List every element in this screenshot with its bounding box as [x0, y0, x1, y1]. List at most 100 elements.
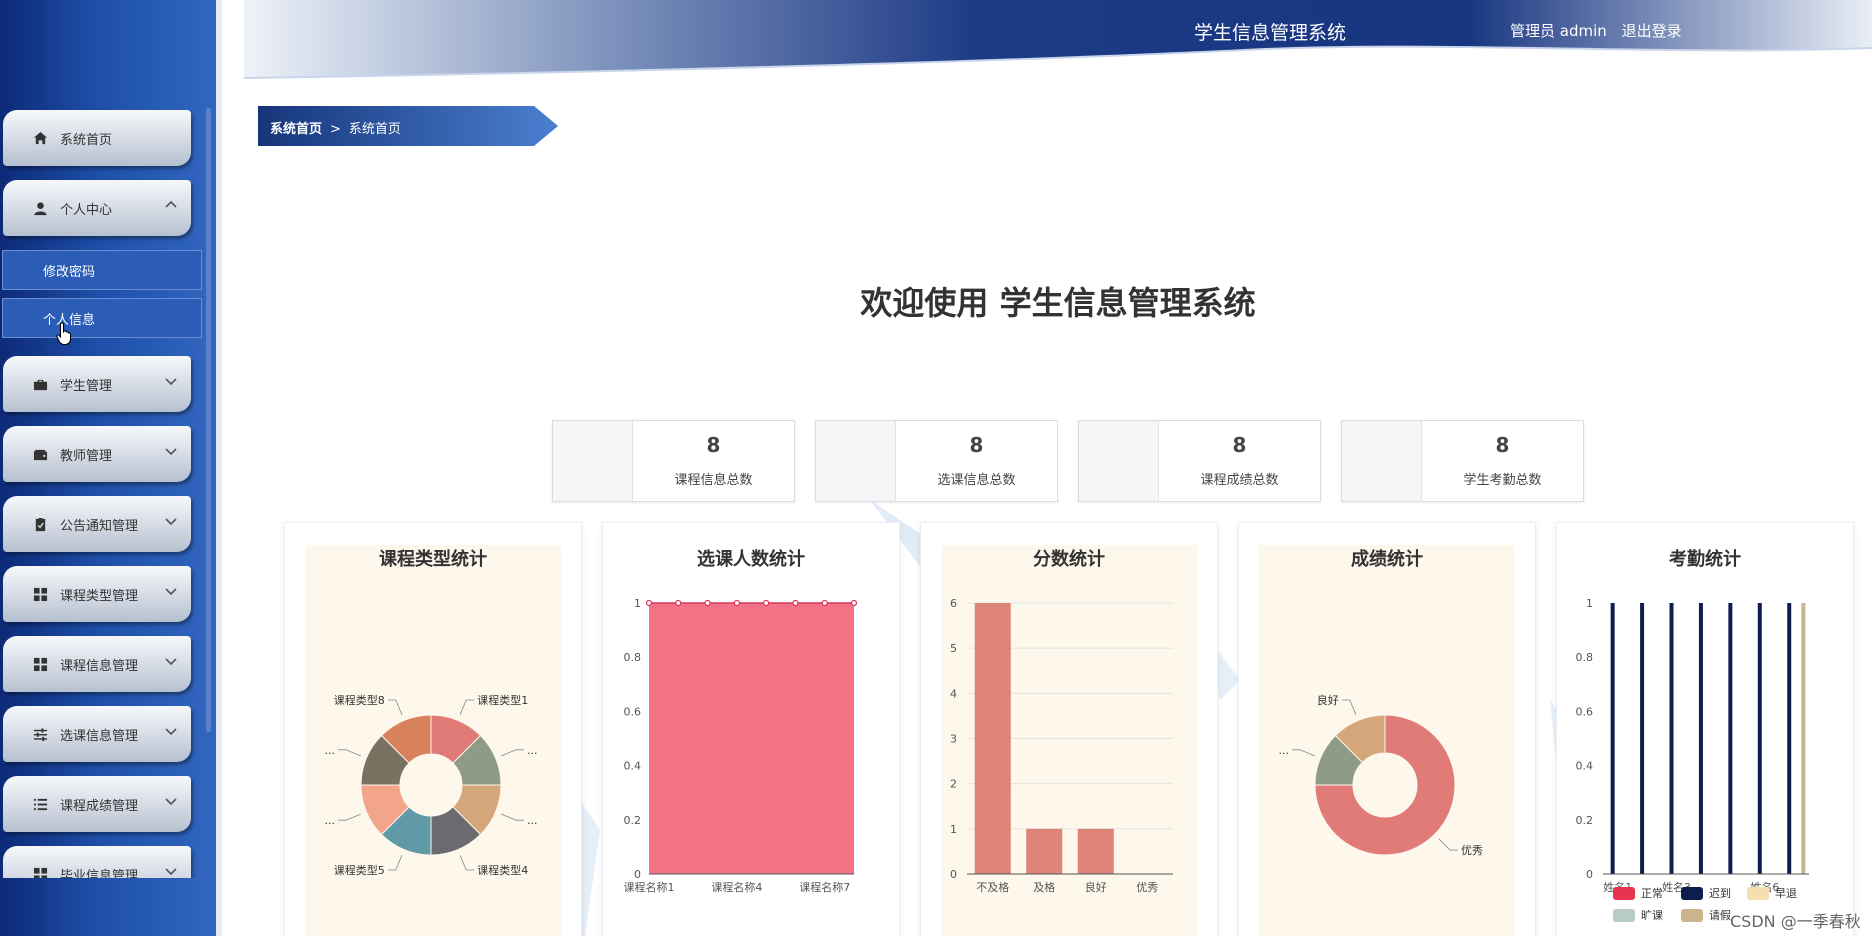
pointer-cursor-icon [56, 322, 71, 345]
bar [1610, 603, 1615, 874]
sidebar-item-label: 系统首页 [60, 132, 113, 148]
chart-card-attendance: 考勤统计 00.20.40.60.81姓名1姓名3姓名6正常迟到早退旷课请假 [1556, 522, 1854, 936]
chart-title: 选课人数统计 [697, 549, 805, 570]
chart-card-enrollment: 选课人数统计 0 0.2 0.4 0.6 0.8 1 课程名称1 课程名称4 课程名称7 [602, 522, 900, 936]
sidebar-item-notice-management[interactable]: 公告通知管理 [3, 496, 191, 552]
chevron-up-icon [165, 200, 177, 208]
y-tick-label: 0.8 [624, 651, 642, 664]
y-tick-label: 0.8 [1576, 651, 1594, 664]
chevron-down-icon [165, 378, 177, 386]
chevron-down-icon [165, 658, 177, 666]
y-tick-label: 0.4 [624, 760, 642, 773]
enrollment-area-chart: 0 0.2 0.4 0.6 0.8 1 课程名称1 课程名称4 课程名称7 [624, 597, 858, 894]
sidebar-item-course-selection-management[interactable]: 选课信息管理 [3, 706, 191, 762]
user-info: 管理员 admin 退出登录 [1510, 20, 1692, 41]
score-bar-chart: 0 1 2 3 4 5 6 不及格 及格 良好 优秀 [950, 597, 1173, 894]
watermark-text: CSDN @一季春秋 [1730, 912, 1861, 931]
chart-title: 成绩统计 [1351, 549, 1423, 570]
grid-icon [33, 587, 48, 601]
pie-label: 优秀 [1461, 844, 1483, 857]
stat-label: 课程成绩总数 [1200, 473, 1279, 488]
y-tick-label: 3 [950, 733, 957, 746]
pie-label-line [387, 699, 403, 715]
bar [1077, 828, 1114, 874]
stat-label: 选课信息总数 [937, 473, 1016, 488]
y-tick-label: 0 [1586, 868, 1593, 881]
breadcrumb-current: 系统首页 [348, 122, 401, 137]
legend-swatch [1681, 887, 1703, 900]
y-tick-label: 5 [950, 642, 957, 655]
sidebar-item-course-type-management[interactable]: 课程类型管理 [3, 566, 191, 622]
breadcrumb-home-link[interactable]: 系统首页 [270, 122, 322, 137]
stat-value: 8 [969, 433, 984, 457]
sidebar-item-course-grade-management[interactable]: 课程成绩管理 [3, 776, 191, 832]
stat-icon-placeholder [553, 421, 633, 501]
user-label: 管理员 admin [1510, 22, 1607, 40]
legend-swatch [1681, 909, 1703, 922]
sidebar-subitem-change-password[interactable]: 修改密码 [2, 250, 202, 290]
home-icon [33, 131, 48, 144]
sidebar-item-graduation-management[interactable]: 毕业信息管理 [3, 846, 191, 878]
pie-label-line [501, 749, 524, 757]
sidebar-item-teacher-management[interactable]: 教师管理 [3, 426, 191, 482]
data-point [733, 599, 740, 607]
sidebar-item-label: 毕业信息管理 [60, 868, 139, 879]
sidebar-item-label: 学生管理 [60, 378, 113, 394]
legend-label: 旷课 [1641, 908, 1663, 922]
pie-label: 课程类型4 [477, 863, 528, 877]
sidebar-item-home[interactable]: 系统首页 [3, 110, 191, 166]
data-point [675, 599, 682, 607]
sidebar-item-student-management[interactable]: 学生管理 [3, 356, 191, 412]
sidebar-item-label: 教师管理 [60, 448, 113, 464]
stat-icon-placeholder [1079, 421, 1159, 501]
data-point [850, 599, 858, 607]
sidebar-item-label: 课程类型管理 [60, 588, 139, 604]
data-point [821, 599, 828, 607]
system-title: 学生信息管理系统 [1194, 22, 1347, 44]
logout-link[interactable]: 退出登录 [1622, 22, 1682, 40]
sidebar-item-course-info-management[interactable]: 课程信息管理 [3, 636, 191, 692]
sidebar-clip: 毕业信息管理 [0, 846, 216, 878]
x-tick-label: 及格 [1033, 880, 1055, 894]
bar [1640, 603, 1645, 874]
x-tick-label: 良好 [1085, 880, 1107, 894]
sidebar-scrollbar[interactable] [206, 108, 211, 732]
chart-card-course-type: 课程类型统计 课程类型1...... 课程类型4 课程类型5...... 课程类型8 [284, 522, 582, 936]
y-tick-label: 0.2 [624, 814, 642, 827]
attendance-bar-chart: 00.20.40.60.81姓名1姓名3姓名6正常迟到早退旷课请假 [1576, 597, 1809, 922]
data-point [792, 599, 799, 607]
legend-label: 请假 [1709, 908, 1731, 922]
bar [1757, 603, 1762, 874]
bar [1698, 603, 1703, 874]
data-point [645, 599, 653, 607]
clipboard-icon [35, 517, 46, 531]
header: 学生信息管理系统 管理员 admin 退出登录 [244, 0, 1872, 80]
sidebar: 系统首页 个人中心 修改密码 个人信息 学生管理 教师管理 公告通知管理 课程类… [0, 0, 222, 936]
pie-label: 课程类型8 [334, 693, 385, 707]
bar [1728, 603, 1733, 874]
legend-label: 正常 [1641, 887, 1663, 900]
y-tick-label: 0.6 [624, 705, 642, 718]
y-tick-label: 0 [950, 868, 957, 881]
stat-label: 学生考勤总数 [1463, 473, 1542, 488]
pie-label: ... [1279, 744, 1290, 757]
chevron-down-icon [165, 518, 177, 526]
y-tick-label: 6 [950, 597, 957, 610]
pie-label-line [459, 855, 475, 871]
pie-label-line [1292, 749, 1315, 757]
stat-value: 8 [706, 433, 721, 457]
welcome-heading: 欢迎使用 学生信息管理系统 [860, 284, 1256, 322]
x-tick-label: 课程名称4 [711, 880, 762, 894]
bar [1669, 603, 1674, 874]
sidebar-subitem-personal-info[interactable]: 个人信息 [2, 298, 202, 338]
wallet-icon [33, 449, 48, 460]
chevron-down-icon [165, 728, 177, 736]
area-fill [649, 603, 854, 874]
sidebar-item-personal-center[interactable]: 个人中心 [3, 180, 191, 236]
sidebar-item-label: 选课信息管理 [60, 728, 139, 744]
stat-card-course-selection: 8 选课信息总数 [815, 420, 1058, 502]
briefcase-icon [33, 379, 48, 390]
grid-icon [33, 867, 48, 878]
stat-card-course-info: 8 课程信息总数 [552, 420, 795, 502]
legend-swatch [1747, 887, 1769, 900]
